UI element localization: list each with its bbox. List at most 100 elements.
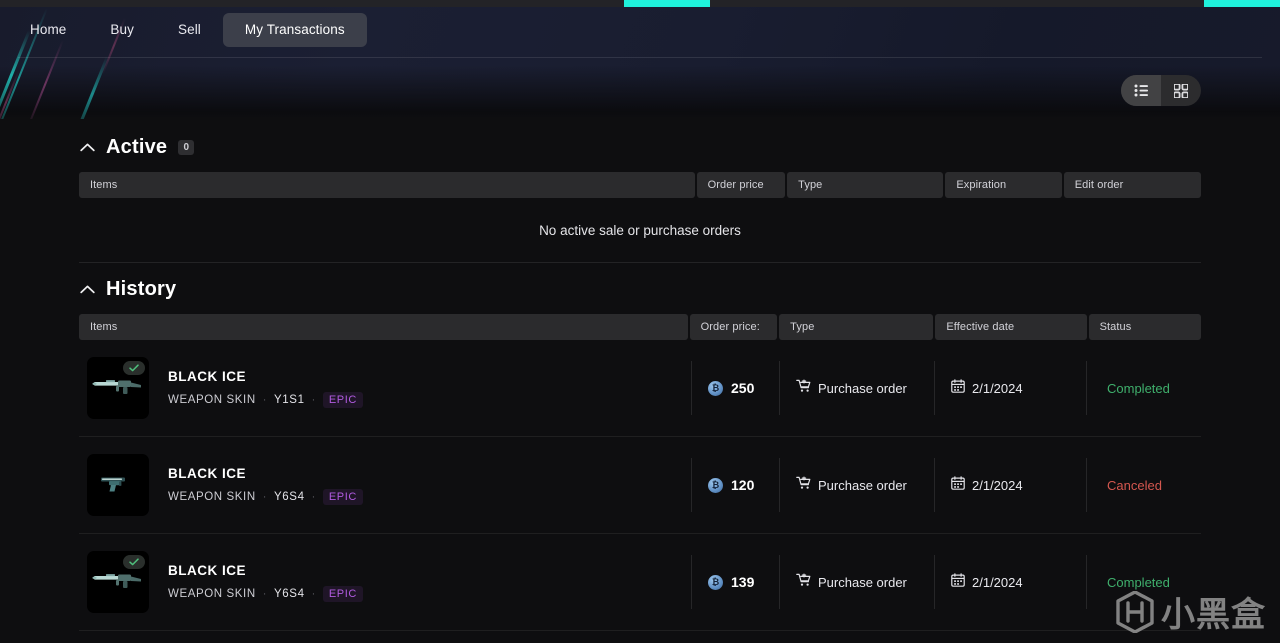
cart-icon <box>796 378 811 398</box>
item-rarity-badge: EPIC <box>322 585 363 602</box>
active-empty-message: No active sale or purchase orders <box>539 222 741 238</box>
row-date-cell: 2/1/2024 <box>934 458 1086 512</box>
active-table-header: Items Order price Type Expiration Edit o… <box>79 172 1201 198</box>
item-season: Y6S4 <box>274 490 305 503</box>
item-season: Y6S4 <box>274 587 305 600</box>
history-section-header: History <box>79 272 1201 306</box>
chevron-up-icon[interactable] <box>79 281 95 297</box>
item-thumbnail <box>87 454 149 516</box>
chevron-up-icon[interactable] <box>79 139 95 155</box>
rifle-icon <box>92 569 144 596</box>
header-divider <box>18 57 1262 58</box>
row-date-cell: 2/1/2024 <box>934 361 1086 415</box>
top-accent-strip <box>0 0 1280 7</box>
nav-item-buy[interactable]: Buy <box>88 13 156 47</box>
item-category: WEAPON SKIN <box>168 587 256 600</box>
grid-view-icon <box>1174 83 1188 98</box>
history-col-status: Status <box>1088 314 1201 340</box>
item-text-block: BLACK ICE WEAPON SKIN · Y6S4 · EPIC <box>168 563 363 602</box>
active-col-type: Type <box>787 172 944 198</box>
item-rarity-badge: EPIC <box>322 488 363 505</box>
item-name: BLACK ICE <box>168 465 246 481</box>
status-badge: Completed <box>1107 380 1170 396</box>
transactions-page: Home Buy Sell My Transactions Active 0 I… <box>0 0 1280 643</box>
watermark-text: 小黑盒 <box>1161 595 1266 635</box>
item-thumbnail <box>87 357 149 419</box>
row-price-cell: ₿ 139 <box>691 555 779 609</box>
row-item-cell: BLACK ICE WEAPON SKIN · Y6S4 · EPIC <box>79 551 691 613</box>
active-section-header: Active 0 <box>79 130 1201 164</box>
rifle-icon <box>92 375 144 402</box>
list-view-icon <box>1134 84 1149 97</box>
active-section-divider <box>79 262 1201 263</box>
item-text-block: BLACK ICE WEAPON SKIN · Y6S4 · EPIC <box>168 466 363 505</box>
row-date-cell: 2/1/2024 <box>934 555 1086 609</box>
history-col-type: Type <box>779 314 934 340</box>
active-col-order-price: Order price <box>696 172 786 198</box>
table-row[interactable]: BLACK ICE WEAPON SKIN · Y1S1 · EPIC ₿ 25 <box>79 340 1201 437</box>
status-badge: Canceled <box>1107 477 1162 493</box>
order-price: 250 <box>731 380 755 396</box>
item-meta: WEAPON SKIN · Y1S1 · EPIC <box>168 391 363 408</box>
item-category: WEAPON SKIN <box>168 490 256 503</box>
owned-check-badge <box>123 361 145 375</box>
cart-icon <box>796 475 811 495</box>
view-toggle <box>1121 75 1201 106</box>
credit-coin-icon: ₿ <box>708 477 723 493</box>
item-name: BLACK ICE <box>168 368 246 384</box>
row-price-cell: ₿ 250 <box>691 361 779 415</box>
order-type: Purchase order <box>818 380 907 396</box>
history-col-items: Items <box>79 314 688 340</box>
meta-separator: · <box>262 490 268 503</box>
table-row[interactable]: BLACK ICE WEAPON SKIN · Y6S4 · EPIC ₿ 12 <box>79 437 1201 534</box>
active-col-edit-order: Edit order <box>1063 172 1201 198</box>
nav-item-home[interactable]: Home <box>8 13 88 47</box>
row-type-cell: Purchase order <box>779 555 934 609</box>
credit-coin-icon: ₿ <box>708 380 723 396</box>
row-type-cell: Purchase order <box>779 458 934 512</box>
active-section: Active 0 Items Order price Type Expirati… <box>79 130 1201 263</box>
active-count-badge: 0 <box>178 139 195 155</box>
item-meta: WEAPON SKIN · Y6S4 · EPIC <box>168 488 363 505</box>
history-section: History Items Order price: Type Effectiv… <box>79 272 1201 631</box>
calendar-icon <box>951 378 965 398</box>
grid-view-button[interactable] <box>1161 75 1201 106</box>
effective-date: 2/1/2024 <box>972 574 1023 590</box>
meta-separator: · <box>262 587 268 600</box>
item-rarity-badge: EPIC <box>322 391 363 408</box>
table-row[interactable]: BLACK ICE WEAPON SKIN · Y6S4 · EPIC ₿ 13 <box>79 534 1201 631</box>
order-type: Purchase order <box>818 477 907 493</box>
order-price: 120 <box>731 477 755 493</box>
credit-coin-icon: ₿ <box>708 574 723 590</box>
meta-separator: · <box>262 393 268 406</box>
active-col-items: Items <box>79 172 695 198</box>
history-col-order-price: Order price: <box>689 314 778 340</box>
active-col-expiration: Expiration <box>945 172 1062 198</box>
order-type: Purchase order <box>818 574 907 590</box>
hei-he-logo-icon <box>1116 590 1154 633</box>
list-view-button[interactable] <box>1121 75 1161 106</box>
row-item-cell: BLACK ICE WEAPON SKIN · Y6S4 · EPIC <box>79 454 691 516</box>
row-type-cell: Purchase order <box>779 361 934 415</box>
item-meta: WEAPON SKIN · Y6S4 · EPIC <box>168 585 363 602</box>
nav-item-sell[interactable]: Sell <box>156 13 223 47</box>
active-section-title: Active <box>106 135 168 158</box>
calendar-icon <box>951 475 965 495</box>
item-name: BLACK ICE <box>168 562 246 578</box>
meta-separator: · <box>311 393 316 406</box>
row-status-cell: Completed <box>1086 361 1201 415</box>
meta-separator: · <box>311 490 316 503</box>
calendar-icon <box>951 572 965 592</box>
row-item-cell: BLACK ICE WEAPON SKIN · Y1S1 · EPIC <box>79 357 691 419</box>
row-price-cell: ₿ 120 <box>691 458 779 512</box>
accent-bar-left <box>624 0 710 7</box>
accent-bar-right <box>1204 0 1280 7</box>
item-thumbnail <box>87 551 149 613</box>
history-table-header: Items Order price: Type Effective date S… <box>79 314 1201 340</box>
site-watermark: 小黑盒 <box>1116 587 1266 636</box>
main-nav: Home Buy Sell My Transactions <box>0 7 1280 52</box>
effective-date: 2/1/2024 <box>972 380 1023 396</box>
meta-separator: · <box>311 587 316 600</box>
page-content: Active 0 Items Order price Type Expirati… <box>0 60 1280 643</box>
nav-item-my-transactions[interactable]: My Transactions <box>222 12 367 47</box>
